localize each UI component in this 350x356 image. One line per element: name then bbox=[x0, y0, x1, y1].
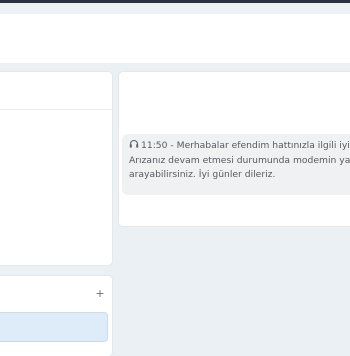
headset-icon bbox=[129, 139, 139, 149]
add-button[interactable]: + bbox=[94, 287, 106, 301]
header-panel bbox=[0, 14, 350, 63]
message-text-line-1: Merhabalar efendim hattınızla ilgili iyi… bbox=[176, 140, 350, 151]
chat-message: 11:50 - Merhabalar efendim hattınızla il… bbox=[122, 134, 350, 195]
header-gap bbox=[0, 3, 350, 14]
panel-divider bbox=[0, 109, 112, 110]
message-separator: - bbox=[170, 140, 174, 151]
message-input[interactable] bbox=[0, 312, 108, 342]
message-time: 11:50 bbox=[141, 140, 168, 151]
message-text-line-3: arayabilirsiniz. İyi günler dileriz. bbox=[129, 169, 276, 180]
left-info-panel bbox=[0, 72, 112, 265]
message-text-line-2: Arızanız devam etmesi durumunda modemin … bbox=[129, 154, 350, 166]
message-first-line: 11:50 - Merhabalar efendim hattınızla il… bbox=[129, 139, 350, 154]
